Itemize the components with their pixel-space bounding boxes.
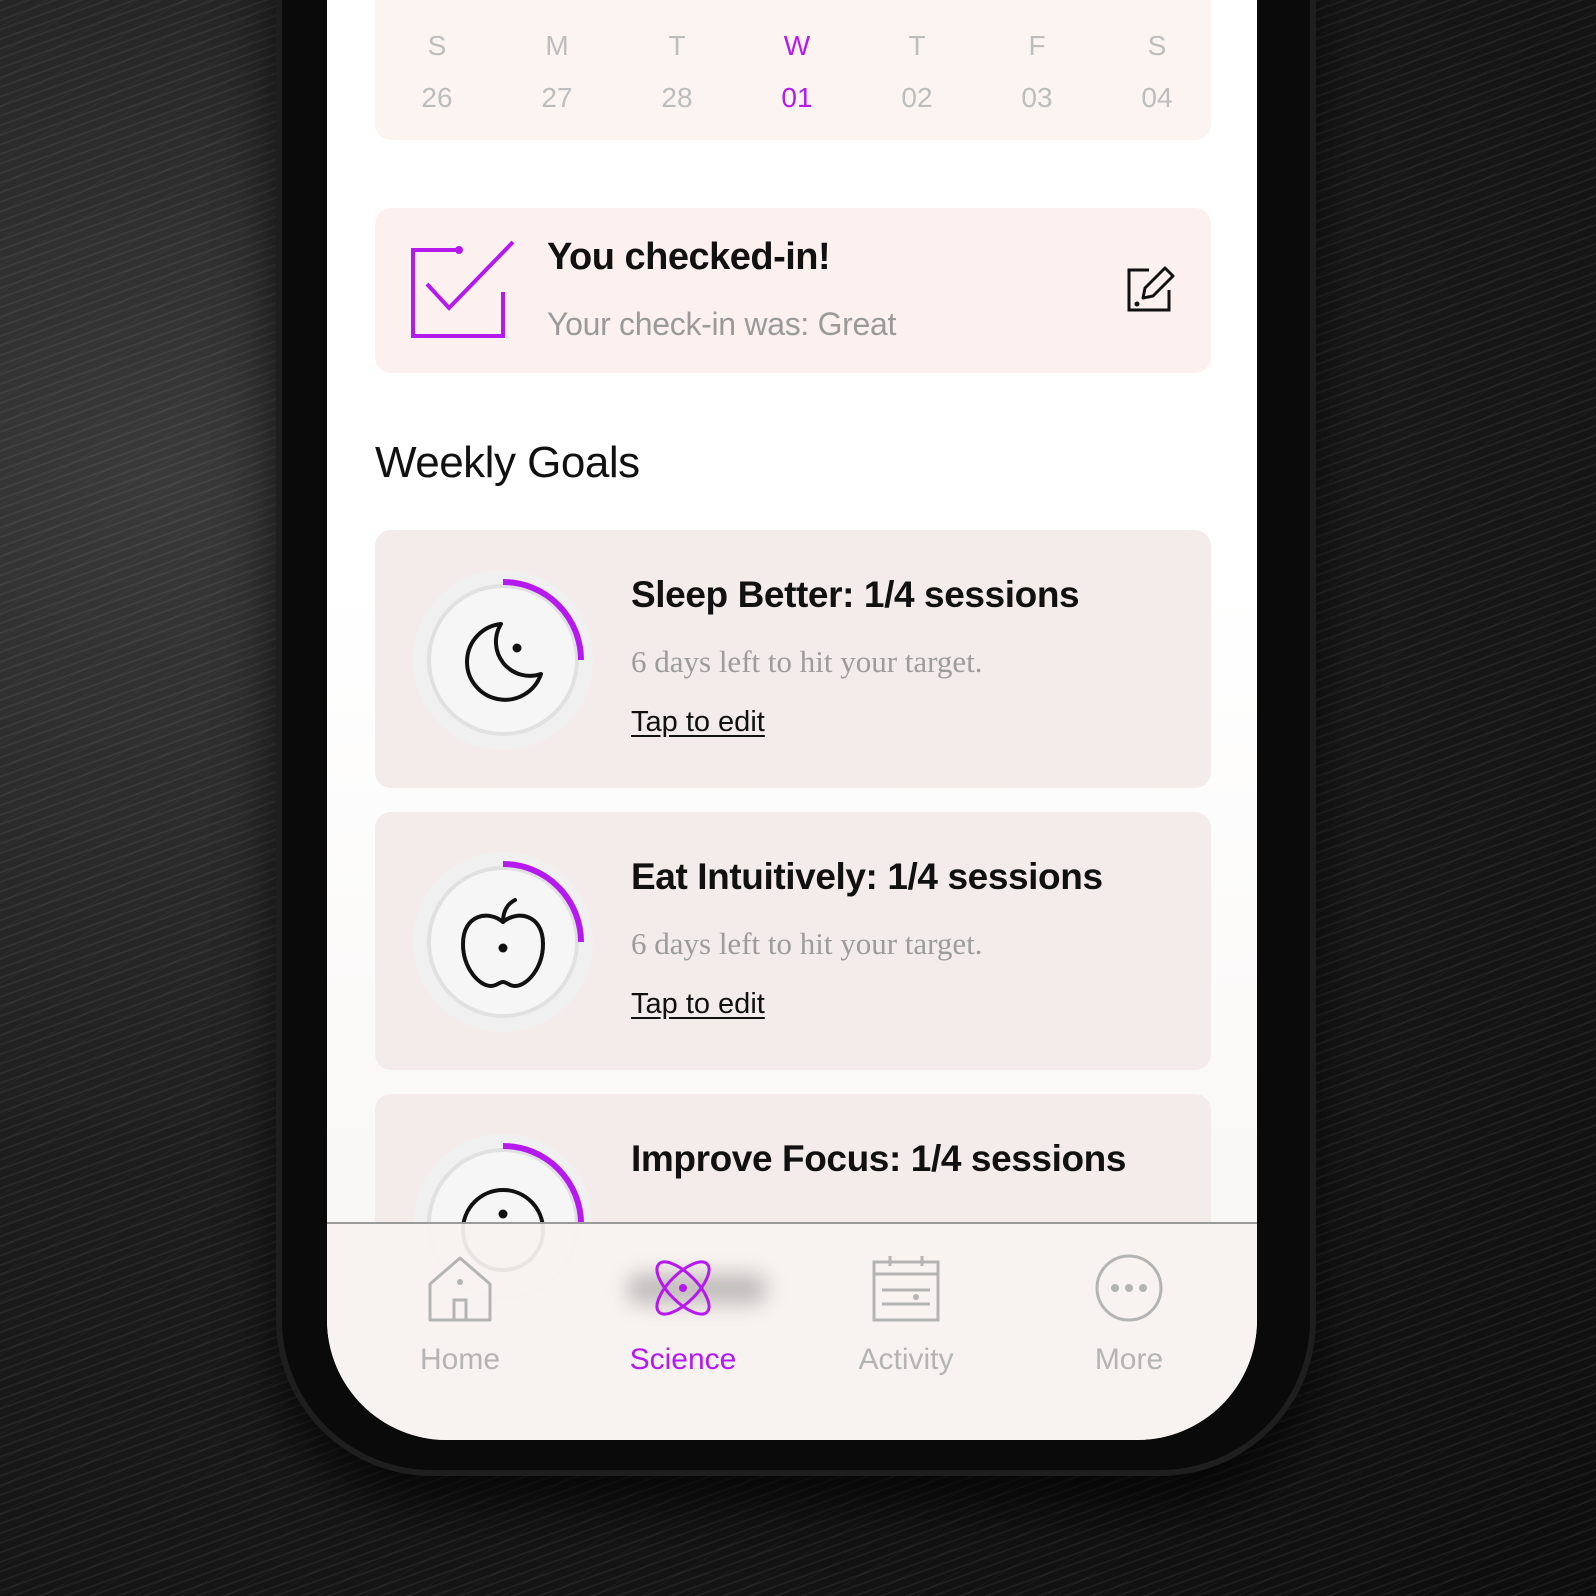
edit-pencil-icon[interactable]: [1125, 264, 1177, 321]
tab-label: More: [1094, 1343, 1164, 1376]
tab-science[interactable]: Science: [593, 1252, 773, 1377]
checkin-card[interactable]: You checked-in! Your check-in was: Great: [375, 208, 1211, 373]
tab-label: Activity: [858, 1343, 954, 1376]
calendar-day[interactable]: T 28: [637, 30, 717, 114]
bottom-tab-bar: Home Science Activity More: [327, 1222, 1257, 1440]
tab-home[interactable]: Home: [370, 1252, 550, 1377]
goal-title: Improve Focus: 1/4 sessions: [631, 1138, 1127, 1179]
calendar-day[interactable]: M 27: [517, 30, 597, 114]
calendar-day-selected[interactable]: W 01: [757, 30, 837, 114]
checkin-subtitle: Your check-in was: Great: [547, 306, 897, 342]
goal-subtitle: 6 days left to hit your target.: [631, 644, 983, 679]
tab-activity[interactable]: Activity: [816, 1252, 996, 1377]
calendar-day[interactable]: T 02: [877, 30, 957, 114]
goal-progress-ring: [409, 848, 597, 1036]
tap-to-edit-link[interactable]: Tap to edit: [631, 706, 765, 739]
goal-card[interactable]: Sleep Better: 1/4 sessions 6 days left t…: [375, 530, 1211, 788]
home-icon: [424, 1256, 496, 1328]
weekly-goals-heading: Weekly Goals: [375, 438, 640, 487]
atom-icon: [647, 1260, 719, 1328]
calendar-day[interactable]: S 26: [397, 30, 477, 114]
app-screen: S 26 M 27 T 28 W 01 T 02 F 03 S 04 You checked-…: [327, 0, 1257, 1440]
checkin-title: You checked-in!: [547, 236, 831, 278]
checkbox-checked-icon: [409, 238, 519, 353]
goal-card[interactable]: Eat Intuitively: 1/4 sessions 6 days lef…: [375, 812, 1211, 1070]
tab-more[interactable]: More: [1039, 1252, 1219, 1377]
tap-to-edit-link[interactable]: Tap to edit: [631, 988, 765, 1021]
calendar-icon: [870, 1256, 942, 1328]
goal-subtitle: 6 days left to hit your target.: [631, 926, 983, 961]
tab-label: Science: [629, 1343, 737, 1376]
moon-icon: [453, 610, 553, 715]
goal-title: Sleep Better: 1/4 sessions: [631, 574, 1080, 615]
more-dots-icon: [1093, 1254, 1165, 1328]
goal-progress-ring: [409, 566, 597, 754]
tab-label: Home: [419, 1343, 501, 1376]
goal-title: Eat Intuitively: 1/4 sessions: [631, 856, 1103, 897]
apple-icon: [453, 892, 553, 997]
week-calendar-strip: S 26 M 27 T 28 W 01 T 02 F 03 S 04: [375, 0, 1211, 140]
calendar-day[interactable]: F 03: [997, 30, 1077, 114]
calendar-day[interactable]: S 04: [1117, 30, 1197, 114]
